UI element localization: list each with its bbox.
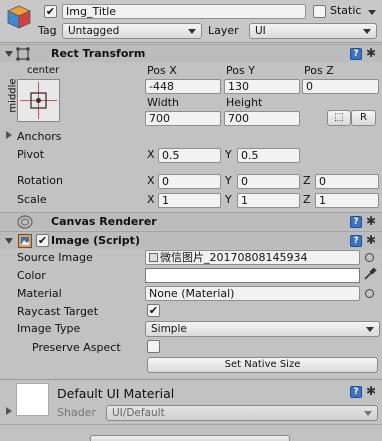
tag-value: Untagged — [68, 25, 120, 37]
scale-label: Scale — [17, 193, 47, 206]
pos-z-field[interactable]: 0 — [302, 79, 379, 94]
rotation-x-label: X — [147, 174, 155, 187]
anchor-preset-button[interactable] — [17, 79, 60, 122]
image-type-label: Image Type — [17, 322, 81, 335]
gear-icon[interactable]: ✱ — [366, 215, 376, 227]
material-foldout-icon[interactable] — [6, 407, 12, 415]
raw-edit-button[interactable]: R — [351, 110, 376, 126]
blueprint-mode-button[interactable]: ⬚ — [327, 110, 351, 126]
source-image-field[interactable]: 微信图片_20170808145934 — [145, 250, 360, 265]
height-label: Height — [226, 96, 263, 109]
height-field[interactable]: 700 — [224, 111, 300, 126]
image-enabled-checkbox[interactable]: ✔ — [36, 234, 49, 247]
eyedropper-icon[interactable] — [363, 267, 377, 284]
pos-z-label: Pos Z — [304, 64, 334, 77]
image-component-header[interactable]: ✔ Image (Script) ? ✱ — [0, 231, 382, 249]
help-icon[interactable]: ? — [350, 386, 362, 398]
rotation-label: Rotation — [17, 174, 64, 187]
pivot-label: Pivot — [17, 148, 45, 161]
anchors-label[interactable]: Anchors — [17, 130, 62, 143]
static-label: Static — [330, 4, 362, 17]
rotation-y-label: Y — [225, 174, 232, 187]
raycast-target-label: Raycast Target — [17, 305, 99, 318]
chevron-down-icon — [188, 29, 196, 34]
gear-icon[interactable]: ✱ — [366, 47, 376, 59]
rotation-x-field[interactable]: 0 — [158, 174, 221, 189]
rect-transform-header[interactable]: Rect Transform ? ✱ — [0, 44, 382, 62]
image-type-dropdown[interactable]: Simple — [145, 321, 380, 337]
color-label: Color — [17, 269, 46, 282]
scale-x-label: X — [147, 193, 155, 206]
pos-x-label: Pos X — [147, 64, 177, 77]
active-checkbox[interactable]: ✔ — [44, 5, 57, 18]
shader-value: UI/Default — [112, 407, 165, 419]
pos-x-field[interactable]: -448 — [145, 79, 221, 94]
raycast-target-checkbox[interactable]: ✔ — [147, 304, 160, 317]
material-preview-title: Default UI Material — [57, 386, 175, 401]
pos-y-field[interactable]: 130 — [224, 79, 300, 94]
rotation-z-field[interactable]: 0 — [315, 174, 379, 189]
scale-z-field[interactable]: 1 — [315, 193, 379, 208]
tag-label: Tag — [38, 24, 57, 37]
scale-x-field[interactable]: 1 — [158, 193, 221, 208]
pivot-y-label: Y — [225, 148, 232, 161]
rotation-z-label: Z — [303, 174, 311, 187]
width-label: Width — [147, 96, 179, 109]
pivot-y-field[interactable]: 0.5 — [237, 148, 300, 163]
foldout-arrow-icon[interactable] — [5, 51, 13, 57]
set-native-size-button[interactable]: Set Native Size — [147, 357, 378, 373]
source-image-value: 微信图片_20170808145934 — [160, 251, 308, 264]
layer-value: UI — [255, 25, 266, 37]
help-icon[interactable]: ? — [350, 48, 362, 60]
rect-transform-title: Rect Transform — [51, 47, 146, 60]
scale-y-label: Y — [225, 193, 232, 206]
layer-label: Layer — [208, 24, 239, 37]
color-field[interactable] — [145, 268, 360, 283]
object-picker-icon[interactable] — [365, 253, 374, 262]
help-icon[interactable]: ? — [350, 235, 362, 247]
source-image-label: Source Image — [17, 251, 93, 264]
anchors-foldout-icon[interactable] — [6, 131, 12, 139]
shader-dropdown[interactable]: UI/Default — [106, 405, 378, 421]
gear-icon[interactable]: ✱ — [366, 234, 376, 246]
canvas-renderer-title: Canvas Renderer — [51, 215, 157, 228]
canvas-renderer-header[interactable]: Canvas Renderer ? ✱ — [0, 212, 382, 230]
scale-y-field[interactable]: 1 — [237, 193, 300, 208]
preserve-aspect-label: Preserve Aspect — [32, 341, 121, 354]
rect-transform-icon — [15, 46, 31, 65]
gear-icon[interactable]: ✱ — [366, 385, 376, 397]
width-field[interactable]: 700 — [145, 111, 221, 126]
static-dropdown-arrow-icon[interactable] — [368, 10, 376, 15]
foldout-arrow-icon[interactable] — [5, 238, 13, 244]
rotation-y-field[interactable]: 0 — [237, 174, 300, 189]
image-type-value: Simple — [151, 323, 187, 335]
sprite-icon — [149, 253, 158, 262]
scale-z-label: Z — [303, 193, 311, 206]
pos-y-label: Pos Y — [226, 64, 255, 77]
add-component-button[interactable] — [90, 435, 290, 441]
help-icon[interactable]: ? — [350, 216, 362, 228]
section-divider — [0, 379, 382, 380]
chevron-down-icon — [366, 327, 374, 332]
chevron-down-icon — [363, 29, 371, 34]
static-checkbox[interactable] — [313, 5, 326, 18]
pivot-x-field[interactable]: 0.5 — [158, 148, 221, 163]
image-component-icon — [18, 234, 32, 251]
canvas-renderer-icon — [17, 215, 33, 232]
shader-label: Shader — [57, 406, 96, 419]
material-preview-swatch — [16, 383, 49, 416]
gameobject-name-field[interactable]: Img_Title — [62, 4, 306, 19]
gameobject-cube-icon — [6, 4, 32, 33]
object-picker-icon[interactable] — [365, 289, 374, 298]
image-component-title: Image (Script) — [51, 234, 140, 247]
chevron-down-icon — [364, 411, 372, 416]
material-field[interactable]: None (Material) — [145, 286, 360, 301]
preserve-aspect-checkbox[interactable] — [147, 340, 160, 353]
material-label: Material — [17, 287, 62, 300]
pivot-x-label: X — [147, 148, 155, 161]
gameobject-header: ✔ Img_Title Static Tag Untagged Layer UI — [0, 0, 382, 43]
anchor-preset-top-label: center — [27, 65, 60, 76]
layer-dropdown[interactable]: UI — [249, 23, 377, 39]
tag-dropdown[interactable]: Untagged — [62, 23, 202, 39]
